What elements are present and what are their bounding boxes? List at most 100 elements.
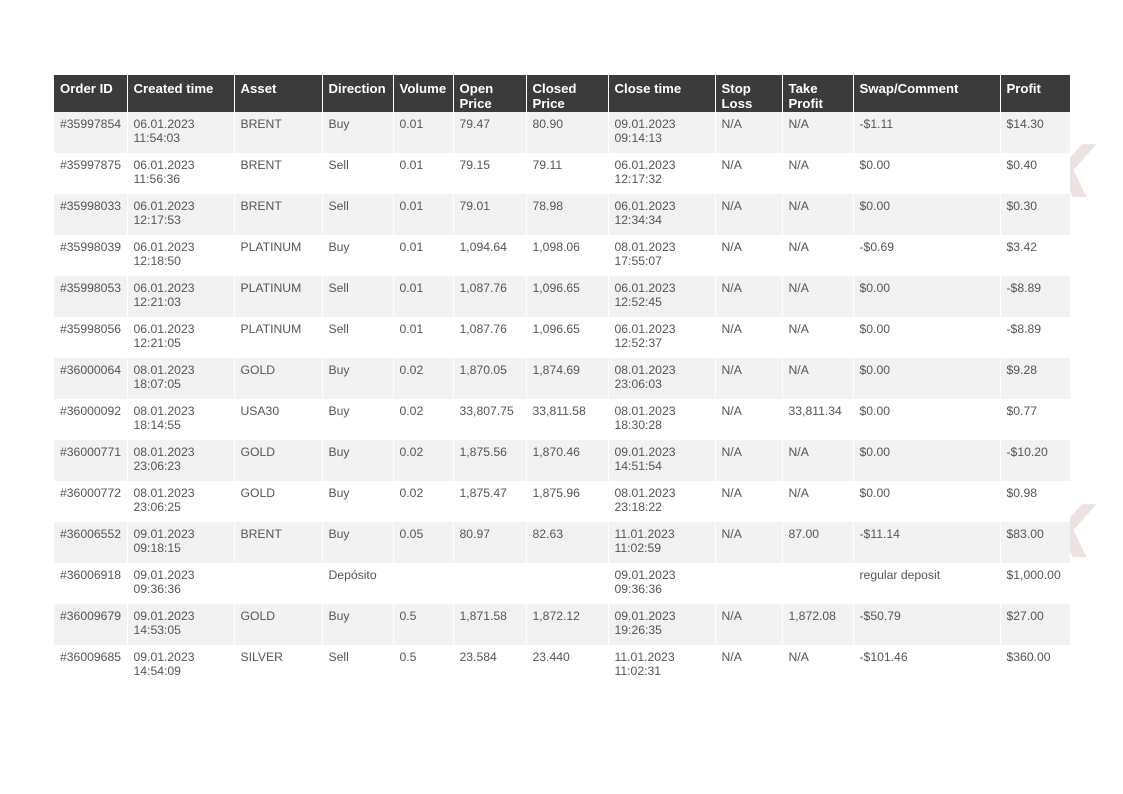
column-header-direction: Direction xyxy=(322,75,394,112)
cell-closed-price: 1,875.96 xyxy=(526,481,609,522)
cell-created-time: 06.01.2023 12:17:53 xyxy=(127,194,235,235)
cell-stop-loss: N/A xyxy=(715,440,783,481)
cell-stop-loss: N/A xyxy=(715,153,783,194)
cell-close-time: 08.01.2023 23:06:03 xyxy=(608,358,716,399)
cell-asset: BRENT xyxy=(234,194,323,235)
cell-direction: Buy xyxy=(322,440,394,481)
cell-stop-loss: N/A xyxy=(715,645,783,686)
cell-take-profit: 33,811.34 xyxy=(782,399,854,440)
cell-open-price: 1,087.76 xyxy=(453,276,527,317)
cell-order-id: #36006918 xyxy=(54,563,128,604)
cell-asset: GOLD xyxy=(234,358,323,399)
column-header-volume: Volume xyxy=(393,75,454,112)
table-row: #35998053 06.01.2023 12:21:03 PLATINUM Sell… xyxy=(54,276,1070,317)
cell-profit: $1,000.00 xyxy=(1000,563,1070,604)
cell-profit: $0.40 xyxy=(1000,153,1070,194)
cell-direction: Buy xyxy=(322,481,394,522)
table-header-row: Order ID Created time Asset Direction Volume… xyxy=(54,75,1070,112)
cell-take-profit: 1,872.08 xyxy=(782,604,854,645)
cell-created-time: 06.01.2023 11:56:36 xyxy=(127,153,235,194)
cell-swap-comment: -$1.11 xyxy=(853,112,1001,153)
cell-take-profit xyxy=(782,563,854,604)
cell-open-price: 79.01 xyxy=(453,194,527,235)
cell-volume: 0.01 xyxy=(393,194,454,235)
cell-closed-price: 1,870.46 xyxy=(526,440,609,481)
table-row: #35998039 06.01.2023 12:18:50 PLATINUM Buy 0… xyxy=(54,235,1070,276)
document-page: WikiFX WikiFX WikiFX WikiFX Order IDCrea… xyxy=(0,0,1123,794)
cell-direction: Buy xyxy=(322,358,394,399)
table-row: #36000771 08.01.2023 23:06:23 GOLD Buy 0.02 1… xyxy=(54,440,1070,481)
cell-order-id: #35998053 xyxy=(54,276,128,317)
table-row: #36000772 08.01.2023 23:06:25 GOLD Buy 0.02 1… xyxy=(54,481,1070,522)
cell-asset: PLATINUM xyxy=(234,235,323,276)
cell-profit: -$8.89 xyxy=(1000,276,1070,317)
cell-volume: 0.5 xyxy=(393,604,454,645)
column-header-asset: Asset xyxy=(234,75,323,112)
cell-asset: USA30 xyxy=(234,399,323,440)
cell-direction: Sell xyxy=(322,645,394,686)
cell-created-time: 09.01.2023 09:36:36 xyxy=(127,563,235,604)
cell-open-price: 79.15 xyxy=(453,153,527,194)
table-row: #35997854 06.01.2023 11:54:03 BRENT Buy 0.01… xyxy=(54,112,1070,153)
table-row: #36006552 09.01.2023 09:18:15 BRENT Buy 0.05… xyxy=(54,522,1070,563)
cell-volume: 0.02 xyxy=(393,358,454,399)
table-body: #35997854 06.01.2023 11:54:03 BRENT Buy 0.01… xyxy=(54,112,1070,686)
cell-volume: 0.05 xyxy=(393,522,454,563)
cell-swap-comment: $0.00 xyxy=(853,153,1001,194)
cell-volume: 0.02 xyxy=(393,440,454,481)
cell-asset: PLATINUM xyxy=(234,276,323,317)
cell-order-id: #36000064 xyxy=(54,358,128,399)
cell-open-price: 33,807.75 xyxy=(453,399,527,440)
cell-created-time: 09.01.2023 09:18:15 xyxy=(127,522,235,563)
cell-open-price: 1,871.58 xyxy=(453,604,527,645)
cell-stop-loss: N/A xyxy=(715,317,783,358)
cell-close-time: 08.01.2023 23:18:22 xyxy=(608,481,716,522)
cell-swap-comment: $0.00 xyxy=(853,440,1001,481)
cell-swap-comment: -$0.69 xyxy=(853,235,1001,276)
cell-open-price: 1,875.47 xyxy=(453,481,527,522)
cell-stop-loss: N/A xyxy=(715,112,783,153)
cell-close-time: 06.01.2023 12:52:45 xyxy=(608,276,716,317)
cell-order-id: #35997854 xyxy=(54,112,128,153)
cell-swap-comment: $0.00 xyxy=(853,358,1001,399)
cell-order-id: #36000771 xyxy=(54,440,128,481)
cell-stop-loss: N/A xyxy=(715,399,783,440)
cell-stop-loss: N/A xyxy=(715,276,783,317)
cell-asset: GOLD xyxy=(234,440,323,481)
column-header-swap-comment: Swap/Comment xyxy=(853,75,1001,112)
column-header-closed-price: Closed Price xyxy=(526,75,609,112)
cell-swap-comment: -$50.79 xyxy=(853,604,1001,645)
cell-direction: Buy xyxy=(322,604,394,645)
cell-created-time: 08.01.2023 18:14:55 xyxy=(127,399,235,440)
cell-take-profit: N/A xyxy=(782,194,854,235)
cell-swap-comment: $0.00 xyxy=(853,194,1001,235)
cell-profit: -$8.89 xyxy=(1000,317,1070,358)
column-header-created-time: Created time xyxy=(127,75,235,112)
cell-swap-comment: regular deposit xyxy=(853,563,1001,604)
cell-close-time: 09.01.2023 09:36:36 xyxy=(608,563,716,604)
cell-open-price xyxy=(453,563,527,604)
cell-take-profit: N/A xyxy=(782,440,854,481)
cell-closed-price: 80.90 xyxy=(526,112,609,153)
cell-close-time: 08.01.2023 18:30:28 xyxy=(608,399,716,440)
cell-volume: 0.5 xyxy=(393,645,454,686)
table-row: #36006918 09.01.2023 09:36:36 Depósito 09.0… xyxy=(54,563,1070,604)
cell-stop-loss: N/A xyxy=(715,481,783,522)
cell-profit: $83.00 xyxy=(1000,522,1070,563)
cell-order-id: #35997875 xyxy=(54,153,128,194)
column-header-take-profit: Take Profit xyxy=(782,75,854,112)
cell-created-time: 08.01.2023 23:06:25 xyxy=(127,481,235,522)
cell-open-price: 79.47 xyxy=(453,112,527,153)
table-row: #36000092 08.01.2023 18:14:55 USA30 Buy 0.02… xyxy=(54,399,1070,440)
cell-asset: GOLD xyxy=(234,481,323,522)
cell-asset xyxy=(234,563,323,604)
cell-open-price: 1,870.05 xyxy=(453,358,527,399)
cell-direction: Buy xyxy=(322,235,394,276)
cell-profit: $0.30 xyxy=(1000,194,1070,235)
cell-volume: 0.02 xyxy=(393,481,454,522)
cell-created-time: 06.01.2023 11:54:03 xyxy=(127,112,235,153)
cell-asset: BRENT xyxy=(234,153,323,194)
cell-created-time: 09.01.2023 14:54:09 xyxy=(127,645,235,686)
table-row: #36000064 08.01.2023 18:07:05 GOLD Buy 0.02 1… xyxy=(54,358,1070,399)
cell-close-time: 09.01.2023 09:14:13 xyxy=(608,112,716,153)
